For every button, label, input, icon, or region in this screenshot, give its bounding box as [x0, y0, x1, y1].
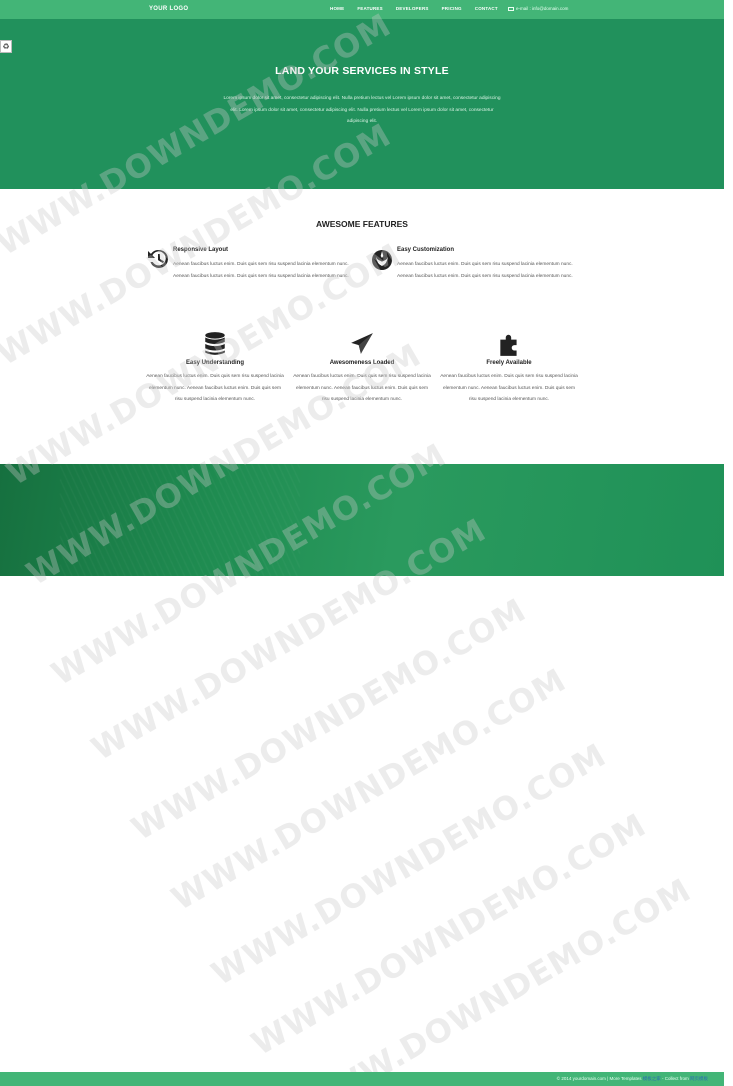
watermark-text: WWW.DOWNDEMO.COM	[165, 660, 573, 918]
footer-text: © 2014 yourdomain.com | More Templates 模…	[557, 1076, 708, 1082]
puzzle-icon	[500, 334, 517, 356]
nav-links: HOME FEATURES DEVELOPERS PRICING CONTACT	[330, 6, 511, 11]
feature-desc: Aenean faucibus luctus enim. Duis quis s…	[173, 262, 349, 279]
feature-easy-understanding: Easy Understanding Aenean faucibus luctu…	[145, 331, 285, 406]
paper-plane-icon	[351, 333, 373, 354]
nav-email-text: e-mail : info@domain.com	[516, 6, 569, 11]
footer-link-templates[interactable]: 模板之家	[643, 1076, 661, 1081]
footer-collect: - Collect from	[660, 1076, 690, 1081]
hero-title: LAND YOUR SERVICES IN STYLE	[275, 65, 449, 77]
database-icon	[205, 332, 225, 355]
feature-desc: Aenean faucibus luctus enim. Duis quis s…	[293, 374, 431, 402]
feature-desc: Aenean faucibus luctus enim. Duis quis s…	[397, 262, 573, 279]
recycle-icon: ♻	[2, 42, 10, 51]
side-share-button[interactable]: ♻	[0, 40, 12, 53]
rebel-icon	[372, 250, 392, 270]
feature-desc: Aenean faucibus luctus enim. Duis quis s…	[440, 374, 578, 402]
nav-link-contact[interactable]: CONTACT	[475, 6, 498, 11]
watermark-text: WWW.DOWNDEMO.COM	[290, 870, 698, 1086]
feature-freely-available: Freely Available Aenean faucibus luctus …	[439, 331, 579, 406]
nav-link-home[interactable]: HOME	[330, 6, 344, 11]
footer-link-source[interactable]: 网页模板	[690, 1076, 708, 1081]
feature-title: Easy Customization	[397, 247, 455, 253]
history-icon	[148, 249, 168, 268]
logo[interactable]: YOUR LOGO	[149, 6, 188, 12]
feature-desc: Aenean faucibus luctus enim. Duis quis s…	[146, 374, 284, 402]
nav-email[interactable]: e-mail : info@domain.com	[508, 6, 568, 11]
watermark-text: WWW.DOWNDEMO.COM	[245, 805, 653, 1063]
mail-icon	[508, 6, 514, 11]
nav-link-developers[interactable]: DEVELOPERS	[396, 6, 429, 11]
hero-text: Lorem ipsum dolor sit amet, consectetur …	[223, 96, 501, 124]
footer-copyright: © 2014 yourdomain.com | More Templates	[556, 1076, 643, 1081]
parallax-banner	[0, 464, 724, 576]
feature-awesomeness-loaded: Awesomeness Loaded Aenean faucibus luctu…	[292, 331, 432, 406]
footer: © 2014 yourdomain.com | More Templates 模…	[0, 1072, 724, 1086]
feature-title: Freely Available	[486, 360, 532, 366]
feature-title: Easy Understanding	[185, 360, 244, 366]
navbar: YOUR LOGO HOME FEATURES DEVELOPERS PRICI…	[0, 0, 724, 19]
watermark-text: WWW.DOWNDEMO.COM	[125, 590, 533, 848]
feature-title: Responsive Layout	[173, 247, 229, 253]
features-title: AWESOME FEATURES	[316, 219, 408, 229]
watermark-text: WWW.DOWNDEMO.COM	[205, 735, 613, 993]
nav-link-pricing[interactable]: PRICING	[442, 6, 462, 11]
nav-link-features[interactable]: FEATURES	[357, 6, 383, 11]
banner-texture	[60, 464, 300, 576]
hero-section: LAND YOUR SERVICES IN STYLE Lorem ipsum …	[0, 19, 724, 189]
feature-title: Awesomeness Loaded	[329, 360, 395, 366]
